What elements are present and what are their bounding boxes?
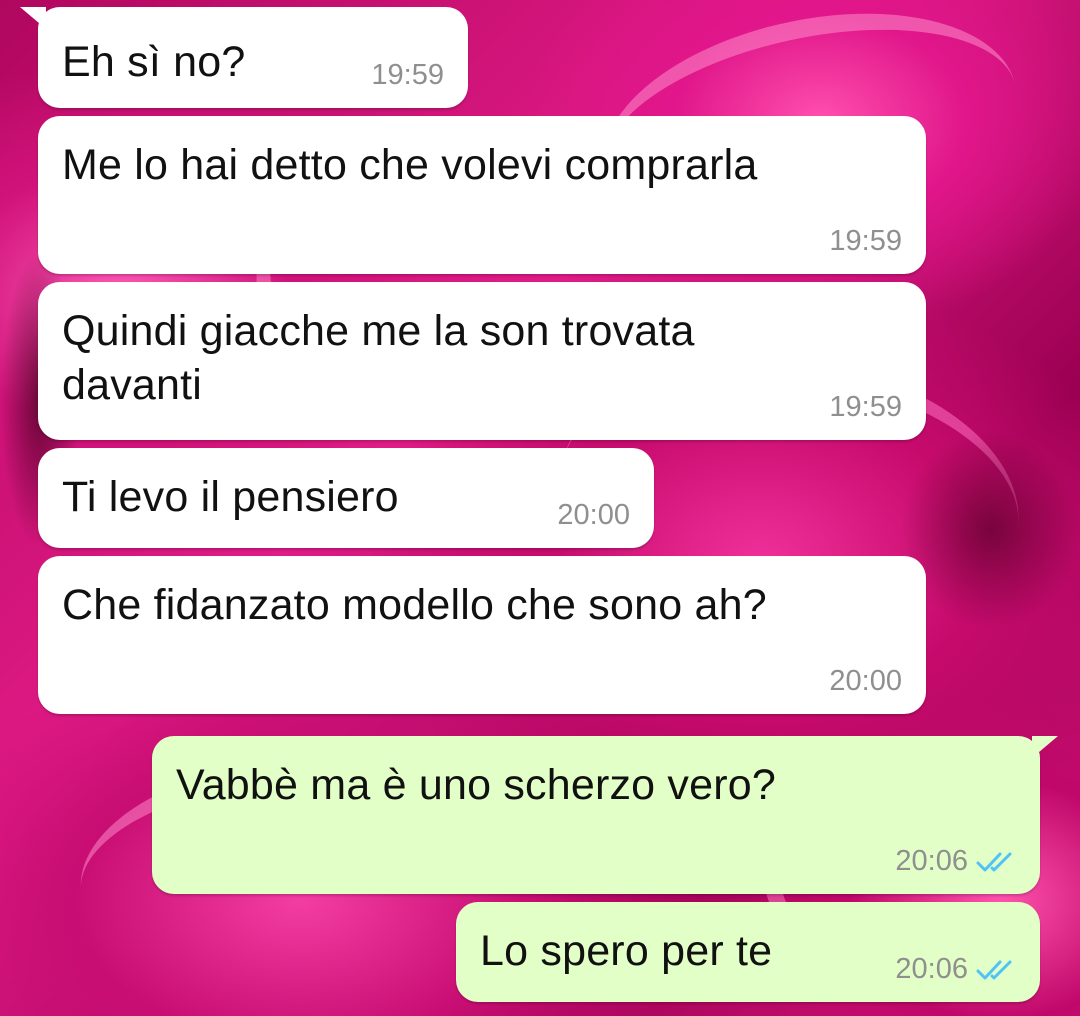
message-bubble-incoming[interactable]: Me lo hai detto che volevi comprarla 19:… (38, 116, 926, 274)
message-timestamp: 20:00 (829, 665, 902, 697)
message-text: Ti levo il pensiero (62, 473, 399, 521)
message-timestamp: 19:59 (829, 225, 902, 257)
message-text: Me lo hai detto che volevi comprarla (62, 141, 758, 189)
message-timestamp: 19:59 (371, 59, 444, 91)
message-bubble-incoming[interactable]: Eh sì no? 19:59 (20, 7, 468, 108)
message-timestamp: 19:59 (829, 391, 902, 423)
message-text: Quindi giacche me la son trovata davanti (62, 307, 695, 409)
message-bubble-outgoing[interactable]: Lo spero per te 20:06 (456, 902, 1040, 1002)
double-check-icon (976, 960, 1012, 980)
message-timestamp: 20:06 (895, 845, 968, 877)
message-bubble-incoming[interactable]: Che fidanzato modello che sono ah? 20:00 (38, 556, 926, 714)
message-text: Eh sì no? (62, 38, 246, 86)
message-timestamp: 20:06 (895, 953, 968, 985)
message-text: Lo spero per te (480, 927, 773, 975)
message-list[interactable]: Eh sì no? 19:59 Me lo hai detto che vole… (0, 0, 1080, 1016)
double-check-icon (976, 852, 1012, 872)
message-bubble-incoming[interactable]: Ti levo il pensiero 20:00 (38, 448, 654, 548)
message-bubble-outgoing[interactable]: Vabbè ma è uno scherzo vero? 20:06 (152, 736, 1058, 894)
message-text: Vabbè ma è uno scherzo vero? (176, 761, 776, 809)
message-bubble-incoming[interactable]: Quindi giacche me la son trovata davanti… (38, 282, 926, 440)
message-timestamp: 20:00 (557, 499, 630, 531)
message-text: Che fidanzato modello che sono ah? (62, 581, 767, 629)
